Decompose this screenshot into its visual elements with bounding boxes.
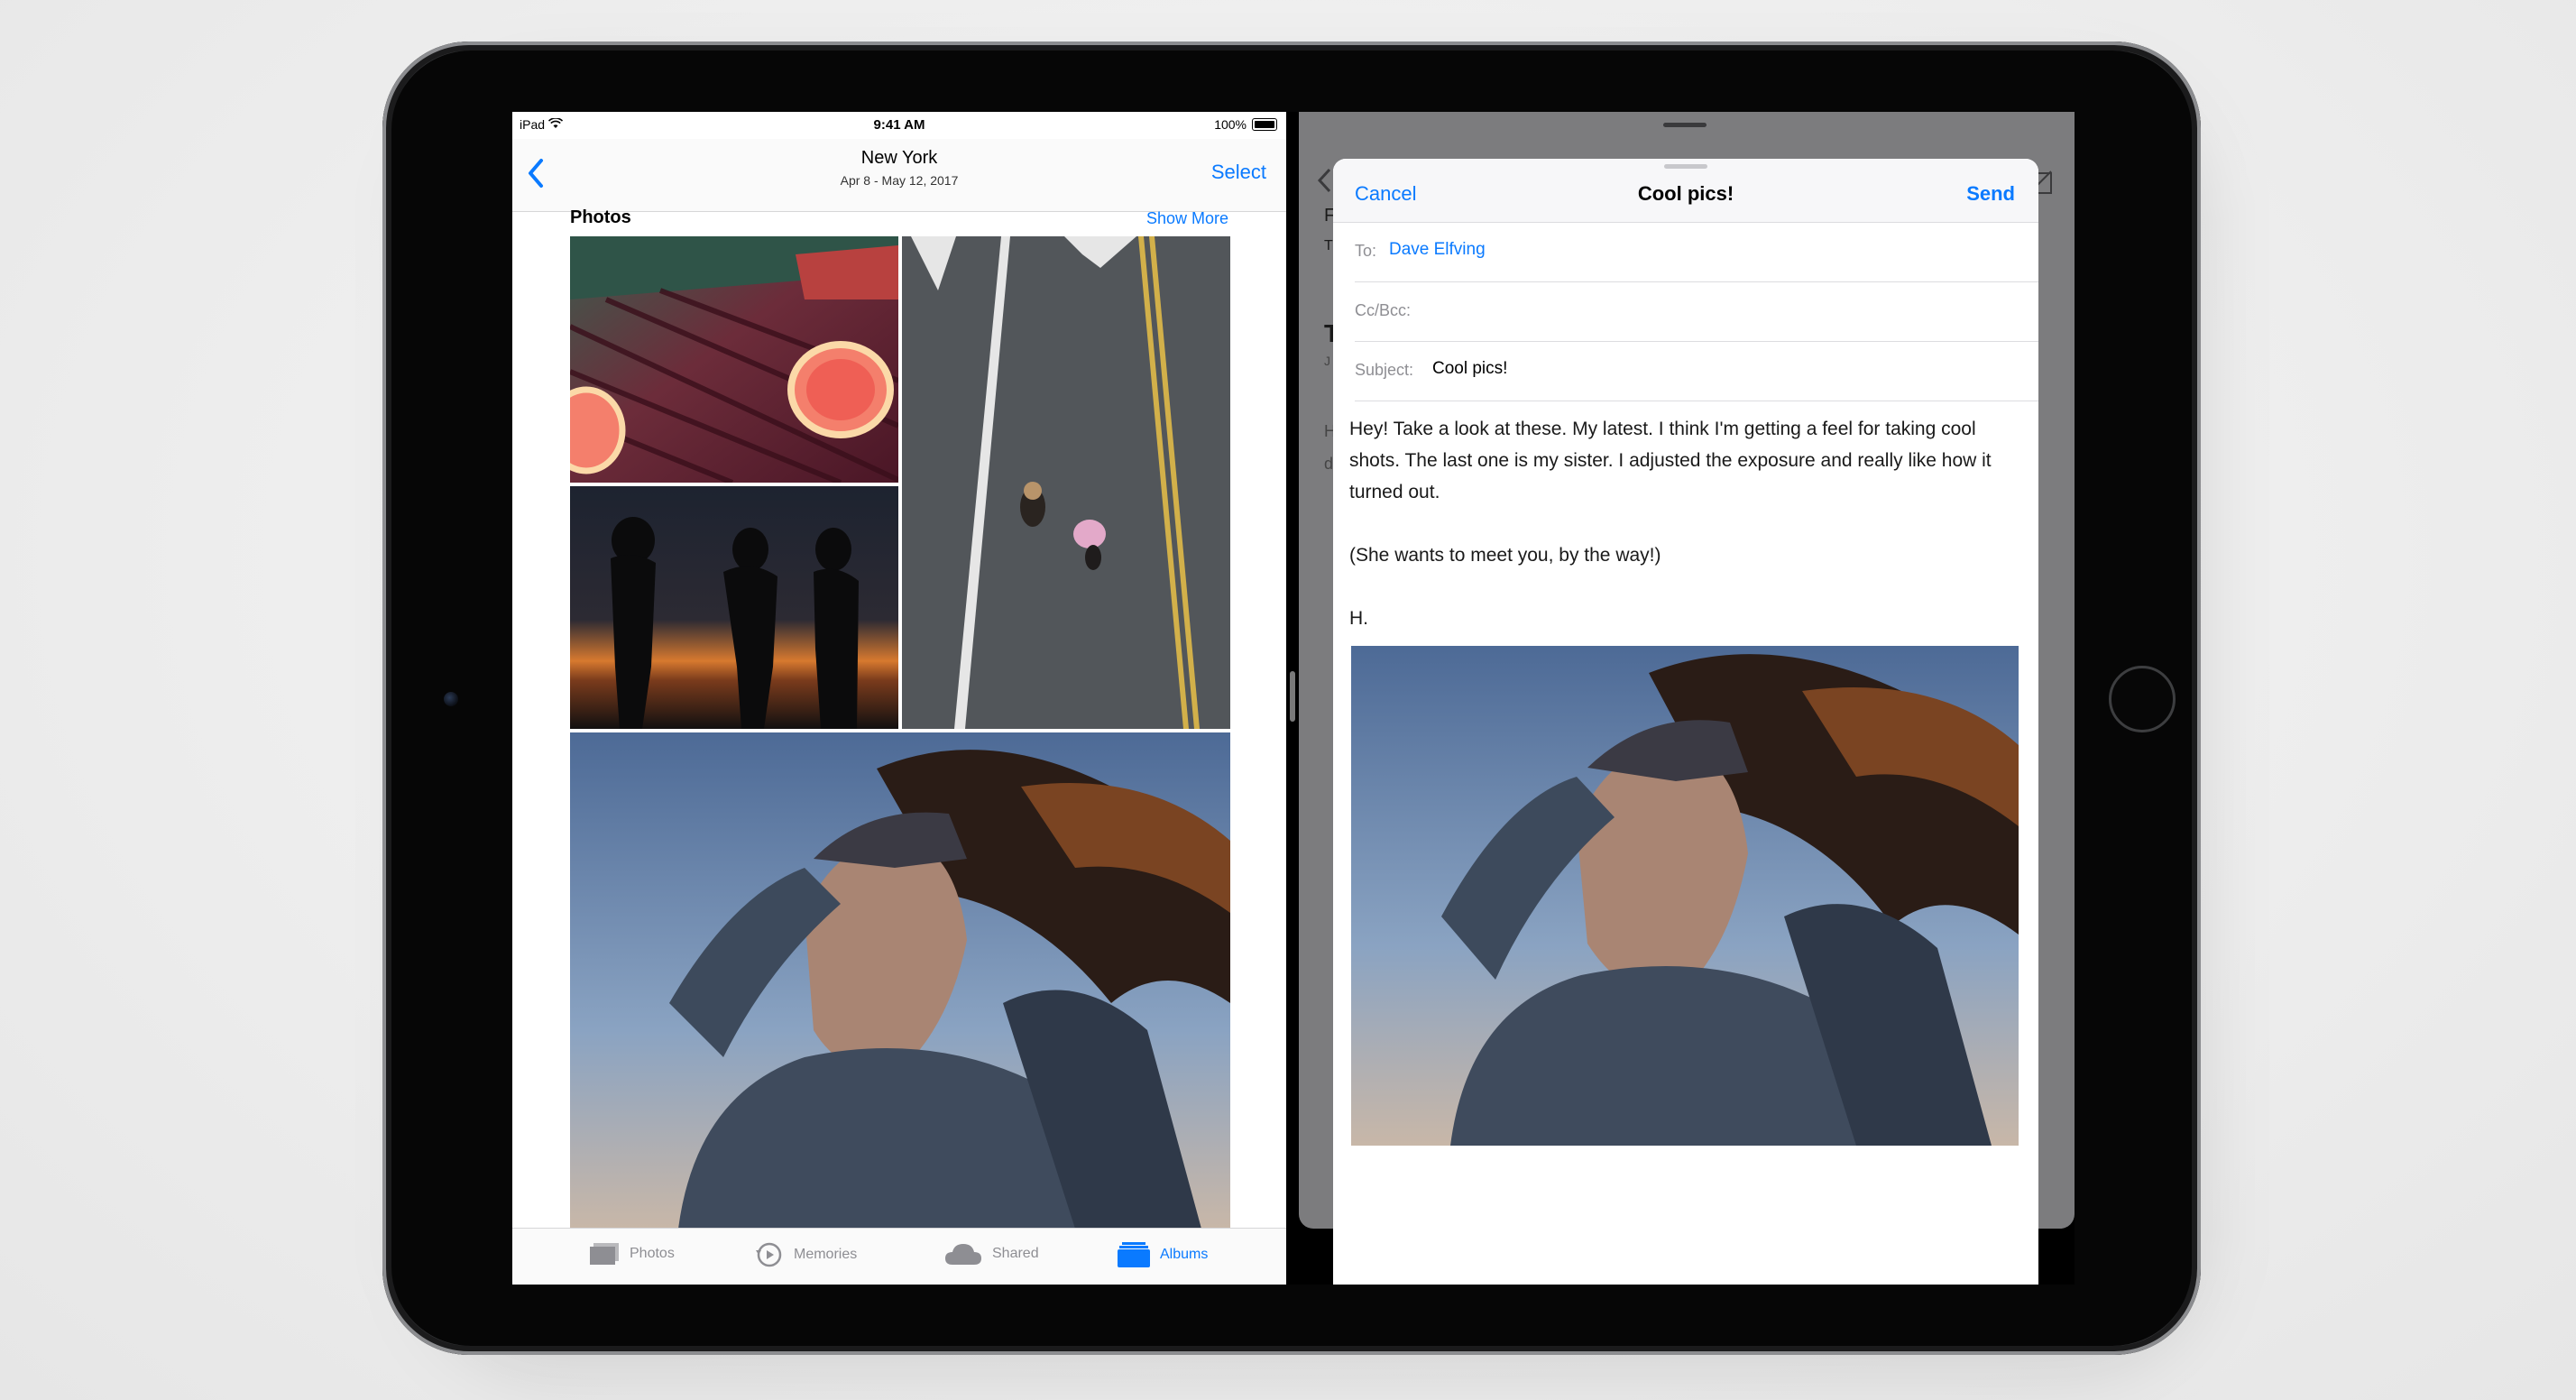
- attached-photo[interactable]: [1351, 646, 2019, 1146]
- send-button[interactable]: Send: [1966, 182, 2015, 206]
- photos-nav-bar: New York Apr 8 - May 12, 2017 Select: [512, 139, 1286, 212]
- subject-label: Subject:: [1355, 361, 1414, 379]
- photo-road-aerial[interactable]: [902, 236, 1230, 729]
- photos-section-title: Photos: [570, 207, 631, 227]
- photo-grapefruit[interactable]: [570, 236, 898, 483]
- tab-memories-label: Memories: [794, 1247, 858, 1262]
- mail-bg-line2: d: [1324, 455, 1334, 473]
- tab-memories[interactable]: Memories: [754, 1241, 857, 1268]
- to-label: To:: [1355, 242, 1377, 260]
- to-recipient[interactable]: Dave Elfving: [1389, 240, 1486, 260]
- status-right: 100%: [1214, 117, 1277, 132]
- tab-albums-label: Albums: [1160, 1247, 1209, 1262]
- body-signoff[interactable]: H.: [1349, 603, 2017, 634]
- tab-bar: Photos Memories Shared Albums: [512, 1228, 1286, 1285]
- battery-icon: [1252, 118, 1277, 131]
- tab-albums[interactable]: Albums: [1117, 1241, 1208, 1268]
- cloud-icon: [945, 1244, 981, 1265]
- mail-bg-meta: J: [1324, 354, 1330, 368]
- home-button[interactable]: [2109, 666, 2176, 732]
- status-bar: iPad 9:41 AM 100%: [512, 112, 1286, 139]
- show-more-link[interactable]: Show More: [1146, 209, 1228, 228]
- ccbcc-label: Cc/Bcc:: [1355, 301, 1412, 319]
- compose-sheet: Cancel Cool pics! Send To: Dave Elfving …: [1333, 159, 2038, 1285]
- screen: iPad 9:41 AM 100% New York Apr 8 - May 1…: [512, 112, 2075, 1285]
- front-camera: [444, 692, 458, 706]
- compose-grabber[interactable]: [1664, 164, 1707, 169]
- tab-photos-label: Photos: [630, 1246, 675, 1261]
- album-date-range: Apr 8 - May 12, 2017: [840, 173, 959, 188]
- tab-photos[interactable]: Photos: [588, 1241, 675, 1266]
- memories-tab-icon: [756, 1242, 782, 1267]
- body-paragraph-2[interactable]: (She wants to meet you, by the way!): [1349, 539, 2017, 571]
- select-button[interactable]: Select: [1211, 161, 1266, 184]
- mail-back-icon[interactable]: [1315, 166, 1335, 195]
- subject-field[interactable]: Subject: Cool pics!: [1355, 341, 2038, 401]
- compose-title: Cool pics!: [1637, 182, 1734, 205]
- tab-shared-label: Shared: [992, 1246, 1039, 1261]
- photos-app-pane: iPad 9:41 AM 100% New York Apr 8 - May 1…: [512, 112, 1286, 1285]
- subject-value[interactable]: Cool pics!: [1432, 359, 1507, 379]
- mail-bg-row2: T: [1324, 238, 1333, 253]
- albums-tab-icon: [1118, 1242, 1150, 1267]
- tab-shared[interactable]: Shared: [943, 1241, 1039, 1266]
- split-view-divider[interactable]: [1290, 671, 1295, 722]
- battery-percent: 100%: [1214, 117, 1247, 132]
- photo-silhouettes[interactable]: [570, 486, 898, 729]
- album-title: New York: [860, 148, 938, 168]
- status-time: 9:41 AM: [873, 117, 925, 133]
- compose-header: Cancel Cool pics! Send: [1333, 159, 2038, 223]
- photo-woman-portrait[interactable]: [570, 732, 1230, 1229]
- photos-tab-icon: [590, 1243, 619, 1265]
- multitask-grabber[interactable]: [1663, 123, 1707, 127]
- body-paragraph-1[interactable]: Hey! Take a look at these. My latest. I …: [1349, 413, 2017, 508]
- to-field[interactable]: To: Dave Elfving: [1355, 222, 2038, 282]
- ccbcc-field[interactable]: Cc/Bcc:: [1355, 281, 2038, 342]
